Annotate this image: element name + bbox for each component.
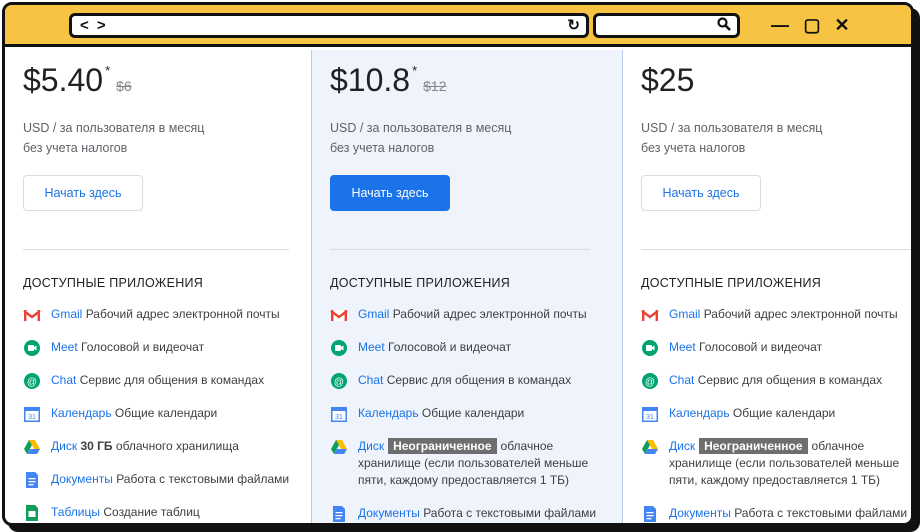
apps-list: Gmail Рабочий адрес электронной почты Me… xyxy=(23,306,293,523)
section-title: ДОСТУПНЫЕ ПРИЛОЖЕНИЯ xyxy=(330,276,511,290)
gmail-icon xyxy=(23,310,41,321)
section-title: ДОСТУПНЫЕ ПРИЛОЖЕНИЯ xyxy=(23,276,204,290)
plan-price: $25 xyxy=(641,62,695,98)
svg-text:31: 31 xyxy=(646,414,654,421)
divider xyxy=(23,249,289,250)
list-item: Диск 30 ГБ облачного хранилища xyxy=(23,438,293,455)
plan-column: $25 USD / за пользователя в месяц без уч… xyxy=(623,50,911,523)
svg-text:@: @ xyxy=(27,377,37,388)
price-footnote-mark: * xyxy=(105,63,111,78)
svg-text:@: @ xyxy=(334,377,344,388)
svg-text:@: @ xyxy=(645,377,655,388)
list-item: @ Chat Сервис для общения в командах xyxy=(23,372,293,389)
search-box[interactable] xyxy=(593,13,740,38)
start-button[interactable]: Начать здесь xyxy=(330,175,450,211)
titlebar: < > ↻ — ▢ ✕ xyxy=(5,5,911,47)
tax-note: без учета налогов xyxy=(641,141,746,155)
list-item: @ Chat Сервис для общения в командах xyxy=(330,372,600,389)
list-item: Таблицы Создание таблиц xyxy=(23,504,293,521)
meet-icon xyxy=(642,340,658,356)
address-bar[interactable]: < > ↻ xyxy=(69,13,589,38)
close-icon[interactable]: ✕ xyxy=(831,14,853,36)
drive-icon xyxy=(331,440,347,454)
old-price: $12 xyxy=(423,78,447,94)
list-item: Gmail Рабочий адрес электронной почты xyxy=(330,306,600,323)
list-item: Gmail Рабочий адрес электронной почты xyxy=(641,306,911,323)
price-footnote-mark: * xyxy=(412,63,418,78)
list-item: Meet Голосовой и видеочат xyxy=(330,339,600,356)
chat-icon: @ xyxy=(642,373,658,389)
price-unit: USD / за пользователя в месяц xyxy=(23,121,205,135)
sheets-icon xyxy=(26,505,38,521)
plan-price: $10.8 xyxy=(330,62,411,98)
maximize-icon[interactable]: ▢ xyxy=(801,14,823,36)
pricing-table: $5.40 *$6 USD / за пользователя в месяц б… xyxy=(5,50,911,523)
search-icon[interactable] xyxy=(717,17,731,31)
list-item: Документы Работа с текстовыми файлами xyxy=(23,471,293,488)
old-price: $6 xyxy=(116,78,132,94)
section-title: ДОСТУПНЫЕ ПРИЛОЖЕНИЯ xyxy=(641,276,822,290)
divider xyxy=(330,249,590,250)
calendar-icon: 31 xyxy=(642,407,658,422)
tax-note: без учета налогов xyxy=(330,141,435,155)
divider xyxy=(641,249,911,250)
price-unit: USD / за пользователя в месяц xyxy=(641,121,823,135)
list-item: Gmail Рабочий адрес электронной почты xyxy=(23,306,293,323)
list-item: Диск Неограниченное облачное хранилище (ес… xyxy=(330,438,600,489)
docs-icon xyxy=(333,506,345,522)
calendar-icon: 31 xyxy=(24,407,40,422)
price-unit: USD / за пользователя в месяц xyxy=(330,121,512,135)
list-item: Meet Голосовой и видеочат xyxy=(23,339,293,356)
gmail-icon xyxy=(330,310,348,321)
meet-icon xyxy=(24,340,40,356)
list-item: 31 Календарь Общие календари xyxy=(641,405,911,422)
list-item: Документы Работа с текстовыми файлами xyxy=(641,505,911,522)
list-item: Meet Голосовой и видеочат xyxy=(641,339,911,356)
gmail-icon xyxy=(641,310,659,321)
start-button[interactable]: Начать здесь xyxy=(23,175,143,211)
list-item: 31 Календарь Общие календари xyxy=(330,405,600,422)
back-forward-icon[interactable]: < > xyxy=(80,17,108,34)
chat-icon: @ xyxy=(24,373,40,389)
list-item: 31 Календарь Общие календари xyxy=(23,405,293,422)
drive-icon xyxy=(24,440,40,454)
chat-icon: @ xyxy=(331,373,347,389)
calendar-icon: 31 xyxy=(331,407,347,422)
minimize-icon[interactable]: — xyxy=(769,14,791,36)
docs-icon xyxy=(644,506,656,522)
plan-price: $5.40 xyxy=(23,62,104,98)
docs-icon xyxy=(26,472,38,488)
tax-note: без учета налогов xyxy=(23,141,128,155)
svg-text:31: 31 xyxy=(335,414,343,421)
reload-icon[interactable]: ↻ xyxy=(567,16,580,34)
list-item: @ Chat Сервис для общения в командах xyxy=(641,372,911,389)
plan-column-highlighted: $10.8 *$12 USD / за пользователя в месяц … xyxy=(311,50,623,523)
list-item: Документы Работа с текстовыми файлами xyxy=(330,505,600,522)
apps-list: Gmail Рабочий адрес электронной почты Me… xyxy=(330,306,600,523)
unlimited-badge: Неограниченное xyxy=(388,438,497,454)
svg-text:31: 31 xyxy=(28,414,36,421)
unlimited-badge: Неограниченное xyxy=(699,438,808,454)
plan-column: $5.40 * $6 USD / за пользователя в месяц б… xyxy=(5,50,311,523)
browser-window: < > ↻ — ▢ ✕ $5.40 *$6 USD / за пользовате… xyxy=(2,2,914,526)
meet-icon xyxy=(331,340,347,356)
start-button[interactable]: Начать здесь xyxy=(641,175,761,211)
drive-icon xyxy=(642,440,658,454)
apps-list: Gmail Рабочий адрес электронной почты Me… xyxy=(641,306,911,523)
list-item: Диск Неограниченное облачное хранилище (ес… xyxy=(641,438,911,489)
